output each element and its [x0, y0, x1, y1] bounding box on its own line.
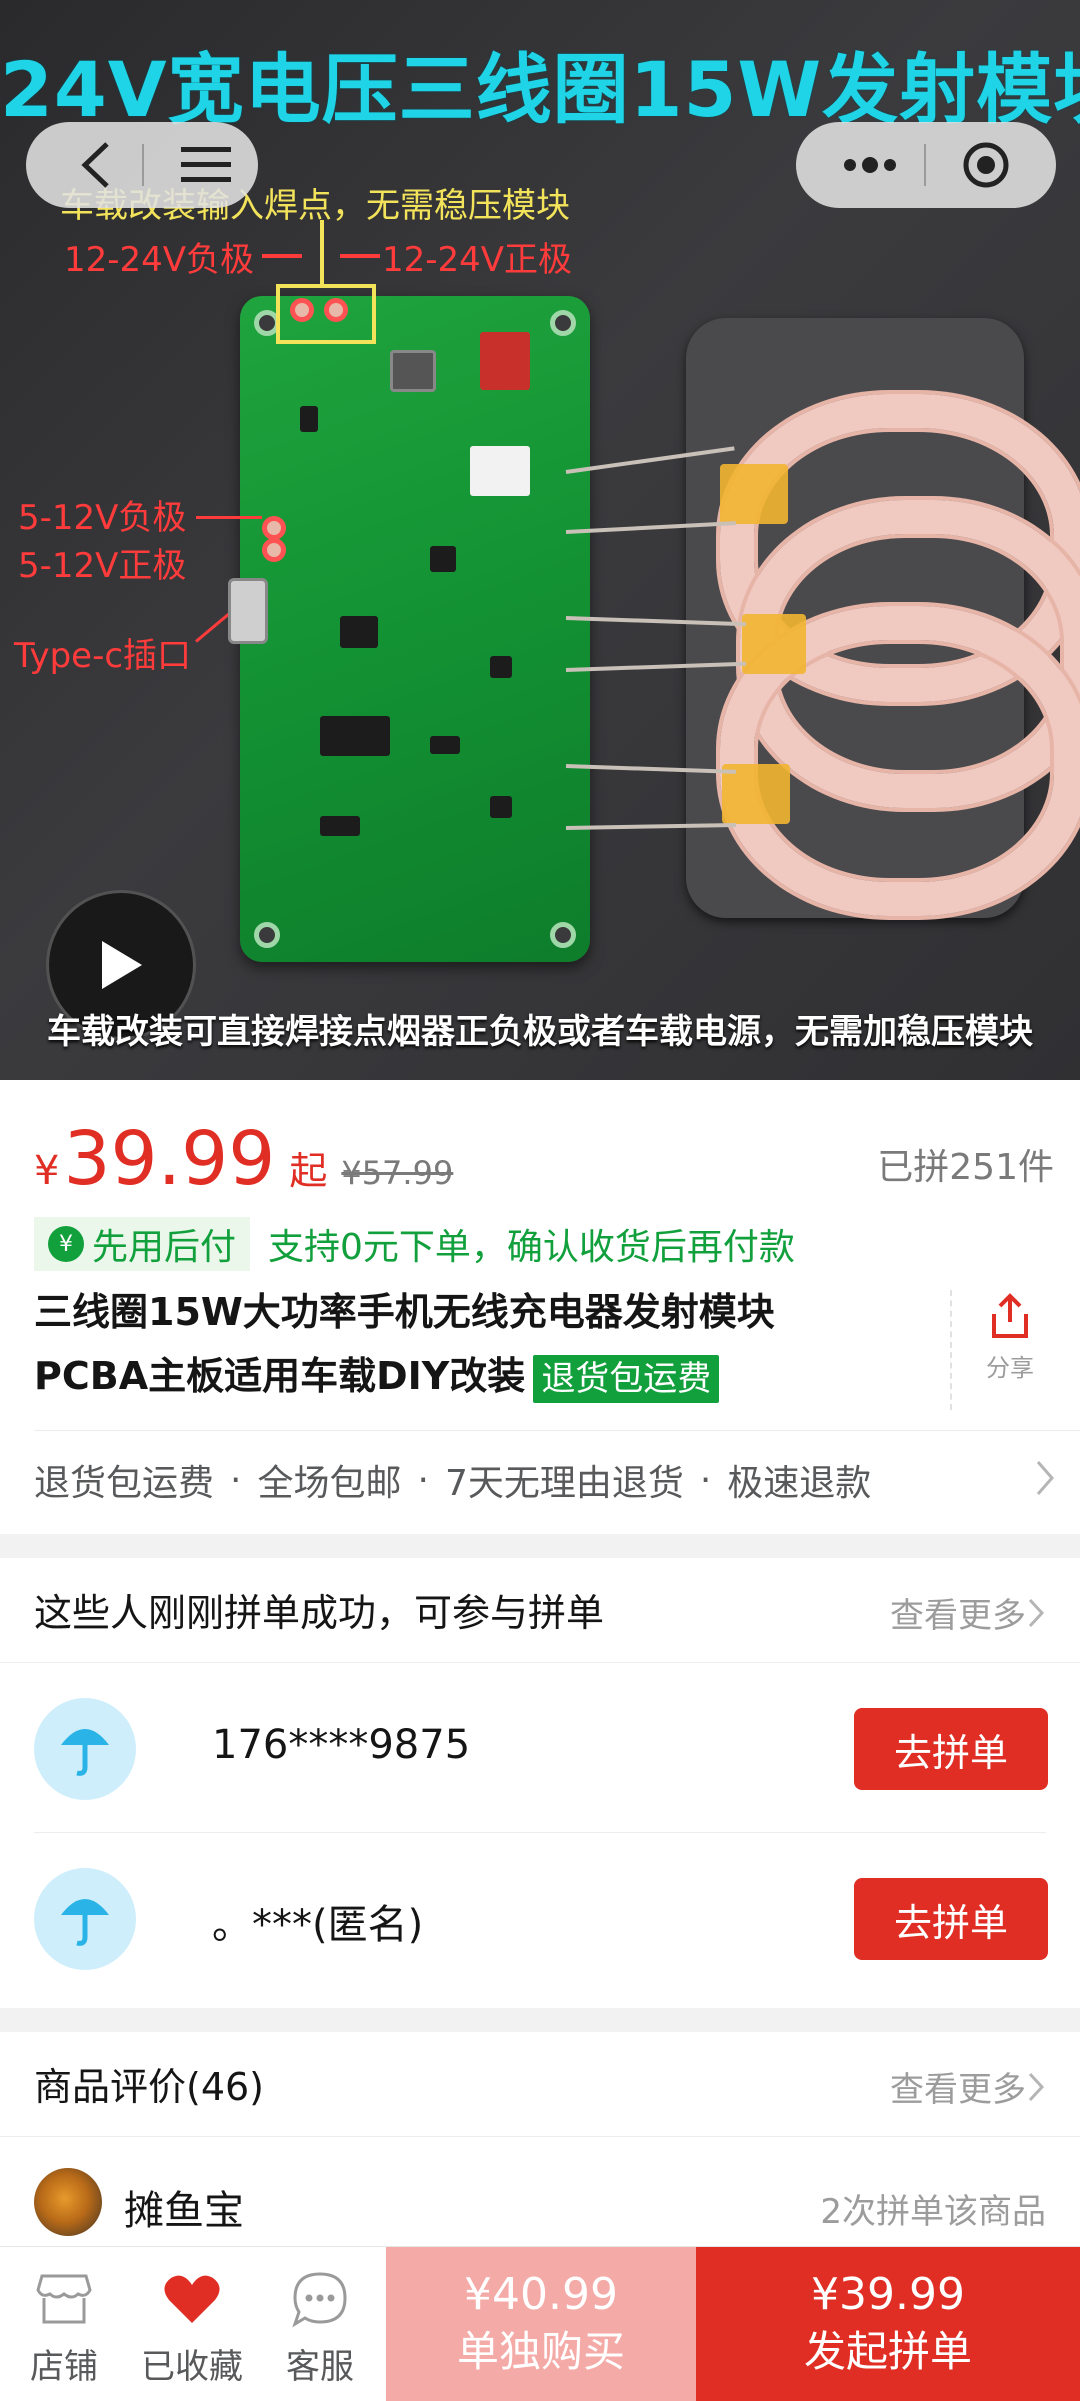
- umbrella-icon: [61, 1729, 109, 1776]
- start-group-buy-button[interactable]: ¥39.99 发起拼单: [696, 2247, 1080, 2401]
- join-group-button[interactable]: 去拼单: [854, 1708, 1048, 1790]
- store-icon: [34, 2269, 94, 2329]
- store-label: 店铺: [30, 2347, 98, 2387]
- view-more-label: 查看更多: [890, 2070, 1026, 2110]
- reviews-view-more[interactable]: 查看更多: [890, 2062, 1046, 2111]
- original-price: ¥57.99: [341, 1154, 454, 1192]
- store-button[interactable]: 店铺: [0, 2247, 128, 2401]
- group-row: 176****9875 去拼单: [0, 1662, 1080, 1832]
- annotation-neg-12-24v: 12-24V负极: [64, 240, 255, 280]
- chevron-right-icon: [1028, 2072, 1045, 2101]
- hero-caption: 车载改装可直接焊接点烟器正负极或者车载电源，无需加稳压模块: [47, 1012, 1033, 1052]
- bottom-action-bar: 店铺 已收藏 客服 ¥40.99 单独购买 ¥39.99 发起拼单: [0, 2246, 1080, 2401]
- service-separator: ·: [230, 1459, 242, 1501]
- buy-alone-button[interactable]: ¥40.99 单独购买: [386, 2247, 696, 2401]
- group-buy-price: ¥39.99: [811, 2269, 965, 2320]
- paylater-icon: ¥: [48, 1226, 84, 1262]
- return-freight-tag: 退货包运费: [533, 1354, 720, 1403]
- reviewer-avatar: [34, 2168, 102, 2236]
- service-item: 退货包运费: [34, 1463, 215, 1504]
- group-view-more[interactable]: 查看更多: [890, 1588, 1046, 1637]
- typec-port: [228, 578, 268, 644]
- product-title: 三线圈15W大功率手机无线充电器发射模块PCBA主板适用车载DIY改装 退货包运费: [34, 1280, 874, 1408]
- menu-icon[interactable]: [166, 122, 246, 208]
- avatar: [34, 1868, 136, 1970]
- annotation-pos-12-24v: 12-24V正极: [382, 240, 573, 280]
- share-label: 分享: [986, 1354, 1034, 1382]
- customer-service-button[interactable]: 客服: [256, 2247, 384, 2401]
- service-separator: ·: [699, 1459, 712, 1501]
- product-info-card: ¥ 39.99 起 ¥57.99 已拼251件 ¥ 先用后付 支持0元下单，确认…: [0, 1080, 1080, 1534]
- reviewer-purchase-count: 2次拼单该商品: [820, 2192, 1046, 2232]
- group-user-name: 。***(匿名): [212, 1902, 424, 1948]
- more-dots-icon[interactable]: [820, 122, 920, 208]
- annotation-pos-5-12v: 5-12V正极: [18, 546, 187, 586]
- buy-alone-label: 单独购买: [456, 2327, 625, 2376]
- paylater-description: 支持0元下单，确认收货后再付款: [268, 1227, 795, 1268]
- share-button[interactable]: 分享: [950, 1290, 1070, 1383]
- share-icon: [992, 1293, 1028, 1338]
- group-price: 39.99: [63, 1116, 276, 1202]
- sold-count: 已拼251件: [877, 1147, 1054, 1188]
- group-buy-label: 发起拼单: [803, 2327, 972, 2376]
- reviews-title: 商品评价(46): [34, 2065, 265, 2109]
- group-section-title: 这些人刚刚拼单成功，可参与拼单: [34, 1591, 605, 1635]
- join-group-button[interactable]: 去拼单: [854, 1878, 1048, 1960]
- divider: [0, 2136, 1080, 2137]
- buy-alone-price: ¥40.99: [464, 2269, 618, 2320]
- chevron-right-icon: [1028, 1598, 1045, 1627]
- product-image-carousel[interactable]: 24V宽电压三线圈15W发射模块 车载改装输入焊点，无需稳压模块 12-24V负…: [0, 0, 1080, 1080]
- service-item: 7天无理由退货: [444, 1463, 684, 1504]
- paylater-badge-label: 先用后付: [92, 1227, 237, 1268]
- service-item: 极速退款: [727, 1463, 872, 1504]
- service-divider: [34, 1430, 1080, 1431]
- reviewer-name: 摊鱼宝: [124, 2188, 244, 2234]
- group-row: 。***(匿名) 去拼单: [0, 1832, 1080, 2002]
- favorite-label: 已收藏: [141, 2347, 243, 2387]
- favorite-button[interactable]: 已收藏: [128, 2247, 256, 2401]
- pcb-board: [240, 296, 590, 962]
- service-separator: ·: [417, 1459, 429, 1501]
- view-more-label: 查看更多: [890, 1596, 1026, 1636]
- paylater-row[interactable]: ¥ 先用后付 支持0元下单，确认收货后再付款: [34, 1216, 795, 1272]
- back-icon[interactable]: [66, 122, 126, 208]
- heart-icon: [162, 2269, 222, 2329]
- group-user-name: 176****9875: [212, 1722, 471, 1768]
- annotation-typec-port: Type-c插口: [14, 636, 192, 676]
- price-row: ¥ 39.99 起 ¥57.99: [34, 1116, 453, 1202]
- paylater-badge: ¥ 先用后付: [34, 1217, 251, 1271]
- avatar: [34, 1698, 136, 1800]
- service-guarantees[interactable]: 退货包运费 · 全场包邮 · 7天无理由退货 · 极速退款: [34, 1454, 871, 1506]
- play-icon: [102, 941, 142, 989]
- reviews-section: 商品评价(46) 查看更多 摊鱼宝 2次拼单该商品: [0, 2032, 1080, 2256]
- service-item: 全场包邮: [257, 1463, 402, 1504]
- miniprogram-capsule: [796, 122, 1056, 208]
- chevron-right-icon[interactable]: [1034, 1458, 1056, 1502]
- group-buy-section: 这些人刚刚拼单成功，可参与拼单 查看更多 176****9875 去拼单 。**…: [0, 1558, 1080, 2008]
- target-icon[interactable]: [936, 122, 1036, 208]
- chat-icon: [290, 2269, 350, 2329]
- umbrella-icon: [61, 1899, 109, 1946]
- customer-service-label: 客服: [286, 2347, 354, 2387]
- nav-capsule: [26, 122, 258, 208]
- price-suffix: 起: [289, 1149, 328, 1193]
- annotation-neg-5-12v: 5-12V负极: [18, 498, 187, 538]
- currency-symbol: ¥: [34, 1148, 60, 1194]
